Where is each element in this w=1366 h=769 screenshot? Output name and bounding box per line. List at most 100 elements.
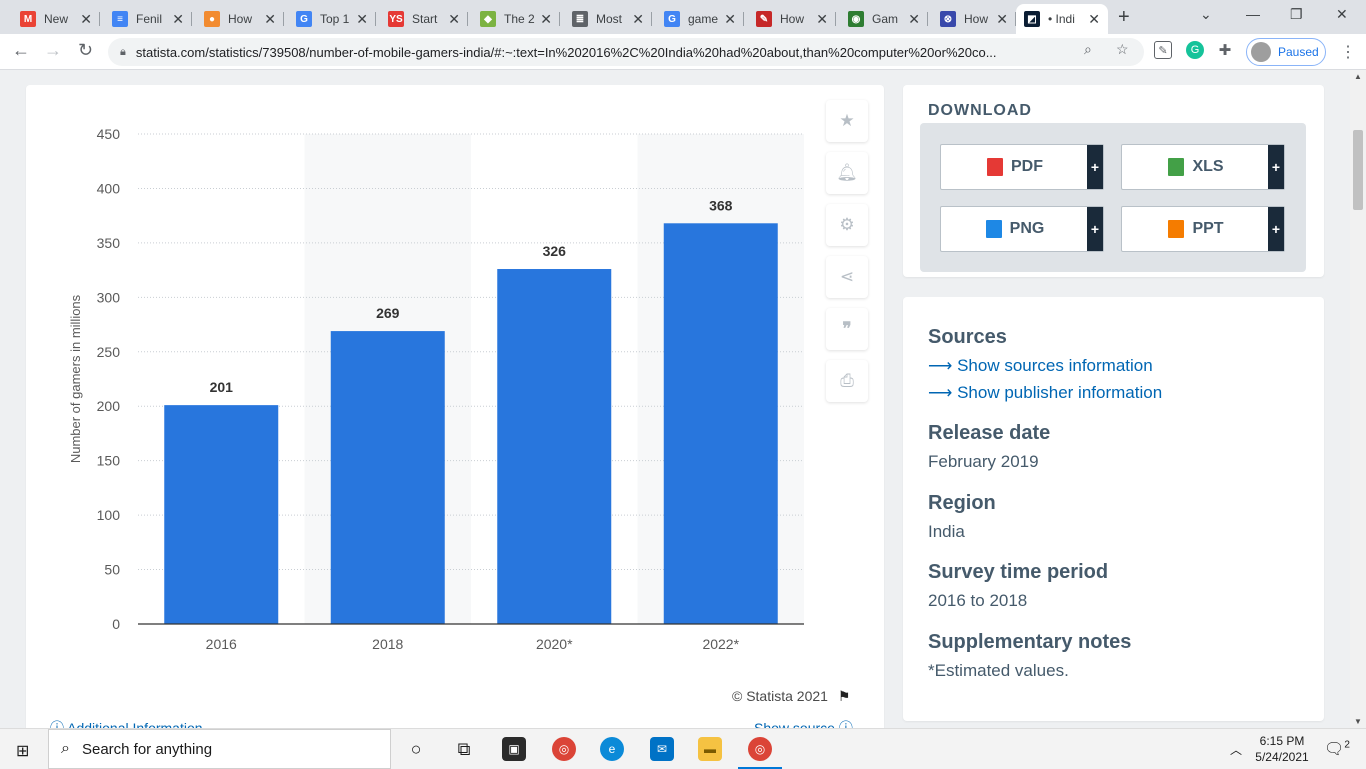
download-pdf-button[interactable]: PDF + <box>940 144 1104 190</box>
close-tab-icon[interactable]: ✕ <box>724 11 736 28</box>
show-sources-link[interactable]: ⟶ Show sources information <box>928 356 1153 376</box>
download-xls-label: XLS <box>1192 158 1224 175</box>
windows-start-icon[interactable]: ⊞ <box>16 741 29 761</box>
browser-tab[interactable]: ⊗ How ✕ <box>932 4 1016 34</box>
browser-tab[interactable]: ● How ✕ <box>196 4 284 34</box>
edge-icon[interactable]: e <box>600 737 624 761</box>
y-tick-label: 400 <box>97 180 121 196</box>
download-pdf-plus-button[interactable]: + <box>1087 145 1103 189</box>
page-content: 0 50 100 150 200 250 300 350 400 450 Number of gam… <box>0 70 1350 728</box>
scroll-down-icon[interactable]: ▼ <box>1354 717 1362 726</box>
cortana-icon[interactable]: ○ <box>404 737 428 761</box>
close-tab-icon[interactable]: ✕ <box>264 11 276 28</box>
close-tab-icon[interactable]: ✕ <box>172 11 184 28</box>
tray-chevron-icon[interactable]: ︿ <box>1230 741 1242 758</box>
mail-icon[interactable]: ✉ <box>650 737 674 761</box>
restore-button[interactable]: ❐ <box>1290 6 1303 23</box>
browser-tab[interactable]: G Top 1 ✕ <box>288 4 376 34</box>
chart-bar[interactable] <box>330 331 445 624</box>
tab-title: Most <box>596 12 623 26</box>
tab-title: How <box>780 12 805 26</box>
reload-icon[interactable]: ↻ <box>78 40 93 61</box>
browser-tab[interactable]: Ggame ✕ <box>656 4 744 34</box>
back-arrow-icon[interactable]: ← <box>12 40 30 61</box>
close-tab-icon[interactable]: ✕ <box>356 11 368 28</box>
file-explorer-icon[interactable]: ▬ <box>698 737 722 761</box>
close-tab-icon[interactable]: ✕ <box>816 11 828 28</box>
browser-tab[interactable]: ≣ Most ✕ <box>564 4 652 34</box>
download-png-button[interactable]: PNG + <box>940 206 1104 252</box>
browser-tab[interactable]: ◆ The 2 ✕ <box>472 4 560 34</box>
address-bar[interactable]: 🔒︎ statista.com/statistics/739508/number… <box>108 38 1144 66</box>
minimize-button[interactable]: — <box>1246 6 1260 22</box>
forward-arrow-icon[interactable]: → <box>44 40 62 61</box>
new-tab-button[interactable]: + <box>1118 6 1130 29</box>
close-tab-icon[interactable]: ✕ <box>996 11 1008 28</box>
extension-edit-icon[interactable]: ✎ <box>1154 41 1172 59</box>
tab-title: Start <box>412 12 438 26</box>
scrollbar-thumb[interactable] <box>1353 130 1363 210</box>
browser-tab[interactable]: YS Start ✕ <box>380 4 468 34</box>
zoom-icon[interactable]: ⌕ <box>1084 41 1092 58</box>
region-value: India <box>928 522 965 541</box>
download-ppt-label: PPT <box>1192 220 1224 237</box>
additional-information-link[interactable]: ⓘ Additional Information <box>50 718 203 728</box>
close-tab-icon[interactable]: ✕ <box>632 11 644 28</box>
close-tab-icon[interactable]: ✕ <box>908 11 920 28</box>
browser-tab[interactable]: ≡ Fenil ✕ <box>104 4 192 34</box>
show-publisher-link[interactable]: ⟶ Show publisher information <box>928 383 1162 403</box>
download-xls-button[interactable]: XLS + <box>1121 144 1285 190</box>
chrome-active-icon[interactable]: ◎ <box>748 737 772 761</box>
info-icon: ⓘ <box>838 720 853 728</box>
notification-bell-icon[interactable]: 🔔︎ <box>826 152 868 194</box>
download-ppt-plus-button[interactable]: + <box>1268 207 1284 251</box>
chart-bar[interactable] <box>663 223 778 625</box>
flag-icon[interactable]: ⚑ <box>838 688 851 704</box>
browser-menu-icon[interactable]: ⋮ <box>1340 42 1356 62</box>
chart-bar[interactable] <box>497 269 612 624</box>
taskbar-clock[interactable]: 6:15 PM 5/24/2021 <box>1250 733 1314 765</box>
region-heading: Region <box>928 492 996 514</box>
profile-status-label: Paused <box>1278 45 1319 59</box>
taskbar-search-box[interactable]: ⌕ Search for anything <box>48 729 391 769</box>
y-axis-label: Number of gamers in millions <box>68 294 83 463</box>
print-icon[interactable]: ⎙ <box>826 360 868 402</box>
png-icon <box>985 220 1002 238</box>
chart-copyright: © Statista 2021 ⚑ <box>732 688 850 705</box>
browser-tab[interactable]: ◩ • Indi ✕ <box>1016 4 1108 34</box>
chrome-icon[interactable]: ◎ <box>552 737 576 761</box>
page-scrollbar[interactable]: ▲ ▼ <box>1350 70 1366 728</box>
chart-bar[interactable] <box>164 405 279 624</box>
grammarly-icon[interactable]: G <box>1186 41 1204 59</box>
pdf-icon <box>987 158 1003 176</box>
download-png-plus-button[interactable]: + <box>1087 207 1103 251</box>
controller-icon: ⊗ <box>940 11 956 27</box>
close-tab-icon[interactable]: ✕ <box>80 11 92 28</box>
close-window-button[interactable]: ✕ <box>1336 6 1348 23</box>
task-view-icon[interactable]: ⧉ <box>452 737 476 761</box>
settings-gear-icon[interactable]: ⚙ <box>826 204 868 246</box>
scroll-up-icon[interactable]: ▲ <box>1354 72 1362 81</box>
x-tick-label: 2020* <box>536 636 573 652</box>
favorite-star-icon[interactable]: ★ <box>826 100 868 142</box>
close-tab-icon[interactable]: ✕ <box>540 11 552 28</box>
list-icon: ≣ <box>572 11 588 27</box>
share-icon[interactable]: ⋖ <box>826 256 868 298</box>
browser-tab[interactable]: ✎ How ✕ <box>748 4 836 34</box>
show-source-link[interactable]: Show source ⓘ <box>754 718 853 728</box>
download-xls-plus-button[interactable]: + <box>1268 145 1284 189</box>
bookmark-star-icon[interactable]: ☆ <box>1116 41 1129 58</box>
notification-center-icon[interactable]: 🗨︎2 <box>1324 739 1350 759</box>
profile-paused-button[interactable]: Paused <box>1246 38 1326 66</box>
store-icon[interactable]: ▣ <box>502 737 526 761</box>
tab-search-icon[interactable]: ⌄ <box>1200 6 1212 23</box>
download-ppt-button[interactable]: PPT + <box>1121 206 1285 252</box>
browser-tab[interactable]: ◉ Gam ✕ <box>840 4 928 34</box>
citation-quote-icon[interactable]: ❞ <box>826 308 868 350</box>
browser-tab[interactable]: M New ✕ <box>12 4 100 34</box>
tab-title: New <box>44 12 69 26</box>
close-tab-icon[interactable]: ✕ <box>448 11 460 28</box>
y-tick-label: 200 <box>97 398 121 414</box>
close-tab-icon[interactable]: ✕ <box>1088 11 1100 28</box>
extensions-puzzle-icon[interactable]: ✚ <box>1216 41 1234 59</box>
